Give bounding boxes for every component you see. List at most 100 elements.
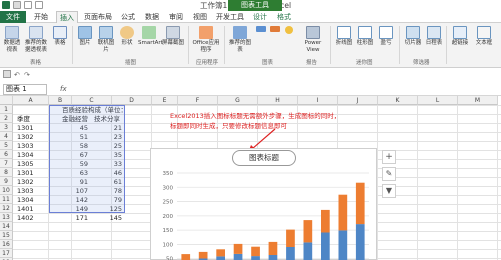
row-header[interactable]: 4 xyxy=(0,132,13,141)
column-header[interactable]: H xyxy=(258,96,298,105)
recommended-pivot-button[interactable]: 推荐的数据透视表 xyxy=(24,26,48,54)
row-header[interactable]: 5 xyxy=(0,141,13,150)
column-chart-menu[interactable] xyxy=(254,26,268,33)
row-header[interactable]: 6 xyxy=(0,150,13,159)
bar-tech[interactable] xyxy=(338,194,348,231)
sparkline-winloss-button[interactable]: 盈亏 xyxy=(376,26,396,47)
chart-title[interactable]: 图表标题 xyxy=(232,150,296,166)
tab-data[interactable]: 数据 xyxy=(142,11,162,23)
bar-tech[interactable] xyxy=(181,254,191,260)
row-header[interactable]: 2 xyxy=(0,114,13,123)
tab-file[interactable]: 文件 xyxy=(0,11,26,23)
column-header[interactable]: G xyxy=(218,96,258,105)
table-cell[interactable]: 1301 xyxy=(17,124,47,133)
chart-elements-button[interactable]: + xyxy=(382,150,396,164)
chart-filters-button[interactable]: ▼ xyxy=(382,184,396,198)
column-header[interactable]: C xyxy=(72,96,112,105)
row-header[interactable]: 12 xyxy=(0,204,13,213)
row-header[interactable]: 15 xyxy=(0,231,13,240)
bar-finance[interactable] xyxy=(321,232,330,260)
column-header[interactable]: J xyxy=(338,96,378,105)
tab-format[interactable]: 格式 xyxy=(274,11,294,23)
table-cell[interactable]: 1401 xyxy=(17,205,47,214)
pivot-table-button[interactable]: 数据透视表 xyxy=(2,26,22,54)
online-pictures-button[interactable]: 联机图片 xyxy=(96,26,116,54)
row-header[interactable]: 9 xyxy=(0,177,13,186)
table-cell[interactable]: 1304 xyxy=(17,151,47,160)
column-header[interactable]: F xyxy=(178,96,218,105)
bar-finance[interactable] xyxy=(251,256,260,260)
column-header[interactable]: I xyxy=(298,96,338,105)
tab-review[interactable]: 审阅 xyxy=(166,11,186,23)
bar-tech[interactable] xyxy=(303,220,313,243)
column-header[interactable]: A xyxy=(13,96,49,105)
table-cell[interactable]: 145 xyxy=(94,214,122,223)
pictures-button[interactable]: 图片 xyxy=(75,26,95,47)
recommended-charts-button[interactable]: 推荐的图表 xyxy=(228,26,252,54)
line-chart-menu[interactable] xyxy=(268,26,282,33)
smartart-button[interactable]: SmartArt xyxy=(138,26,163,47)
fx-icon[interactable]: fx xyxy=(60,85,67,93)
power-view-button[interactable]: Power View xyxy=(300,26,326,54)
row-header[interactable]: 10 xyxy=(0,186,13,195)
header-quarter-cell[interactable]: 季度 xyxy=(17,115,30,124)
column-header[interactable]: E xyxy=(152,96,178,105)
row-header[interactable]: 14 xyxy=(0,222,13,231)
chart-styles-button[interactable]: ✎ xyxy=(382,167,396,181)
sparkline-column-button[interactable]: 柱形图 xyxy=(355,26,375,47)
redo-icon[interactable] xyxy=(35,1,43,9)
table-cell[interactable]: 1305 xyxy=(17,160,47,169)
tab-home[interactable]: 开始 xyxy=(30,11,52,23)
row-header[interactable]: 1 xyxy=(0,105,13,114)
bar-finance[interactable] xyxy=(286,247,295,260)
slicer-button[interactable]: 切片器 xyxy=(403,26,423,47)
table-cell[interactable]: 1302 xyxy=(17,178,47,187)
save-icon[interactable] xyxy=(3,70,11,78)
table-cell[interactable]: 1402 xyxy=(17,214,47,223)
table-cell[interactable]: 1304 xyxy=(17,196,47,205)
timeline-button[interactable]: 日程表 xyxy=(424,26,444,47)
tab-formulas[interactable]: 公式 xyxy=(118,11,138,23)
undo-icon[interactable] xyxy=(24,1,32,9)
shapes-button[interactable]: 形状 xyxy=(117,26,137,47)
save-icon[interactable] xyxy=(13,1,21,9)
bar-tech[interactable] xyxy=(268,241,278,255)
table-cell[interactable]: 171 xyxy=(62,214,88,223)
tab-design[interactable]: 设计 xyxy=(250,11,270,23)
bar-finance[interactable] xyxy=(233,253,243,260)
undo-icon[interactable]: ↶ xyxy=(14,71,20,79)
select-all-corner[interactable] xyxy=(0,96,13,105)
row-header[interactable]: 3 xyxy=(0,123,13,132)
row-header[interactable]: 8 xyxy=(0,168,13,177)
bar-tech[interactable] xyxy=(216,249,225,257)
pie-chart-menu[interactable] xyxy=(282,26,296,35)
tab-view[interactable]: 视图 xyxy=(190,11,210,23)
bar-finance[interactable] xyxy=(268,255,278,260)
hyperlink-button[interactable]: 超链接 xyxy=(450,26,470,47)
sparkline-line-button[interactable]: 折线图 xyxy=(334,26,354,47)
row-header[interactable]: 16 xyxy=(0,240,13,249)
column-header[interactable]: M xyxy=(458,96,498,105)
table-cell[interactable]: 1303 xyxy=(17,142,47,151)
office-apps-button[interactable]: Office应用程序 xyxy=(192,26,220,54)
column-header[interactable]: B xyxy=(49,96,72,105)
tab-insert[interactable]: 插入 xyxy=(56,11,78,23)
bar-tech[interactable] xyxy=(286,229,295,247)
bar-finance[interactable] xyxy=(338,230,348,260)
row-header[interactable]: 7 xyxy=(0,159,13,168)
table-cell[interactable]: 1303 xyxy=(17,187,47,196)
name-box[interactable]: 图表 1 xyxy=(3,84,47,95)
bar-tech[interactable] xyxy=(321,209,330,233)
row-header[interactable]: 13 xyxy=(0,213,13,222)
tab-page-layout[interactable]: 页面布局 xyxy=(82,11,114,23)
tab-developer[interactable]: 开发工具 xyxy=(214,11,246,23)
bar-tech[interactable] xyxy=(198,251,208,259)
row-header[interactable]: 11 xyxy=(0,195,13,204)
screenshot-button[interactable]: 屏幕截图 xyxy=(162,26,184,47)
bar-finance[interactable] xyxy=(355,224,365,260)
table-cell[interactable]: 1301 xyxy=(17,169,47,178)
column-header[interactable]: K xyxy=(378,96,418,105)
row-header[interactable]: 17 xyxy=(0,249,13,258)
table-cell[interactable]: 1302 xyxy=(17,133,47,142)
bar-tech[interactable] xyxy=(355,182,365,225)
